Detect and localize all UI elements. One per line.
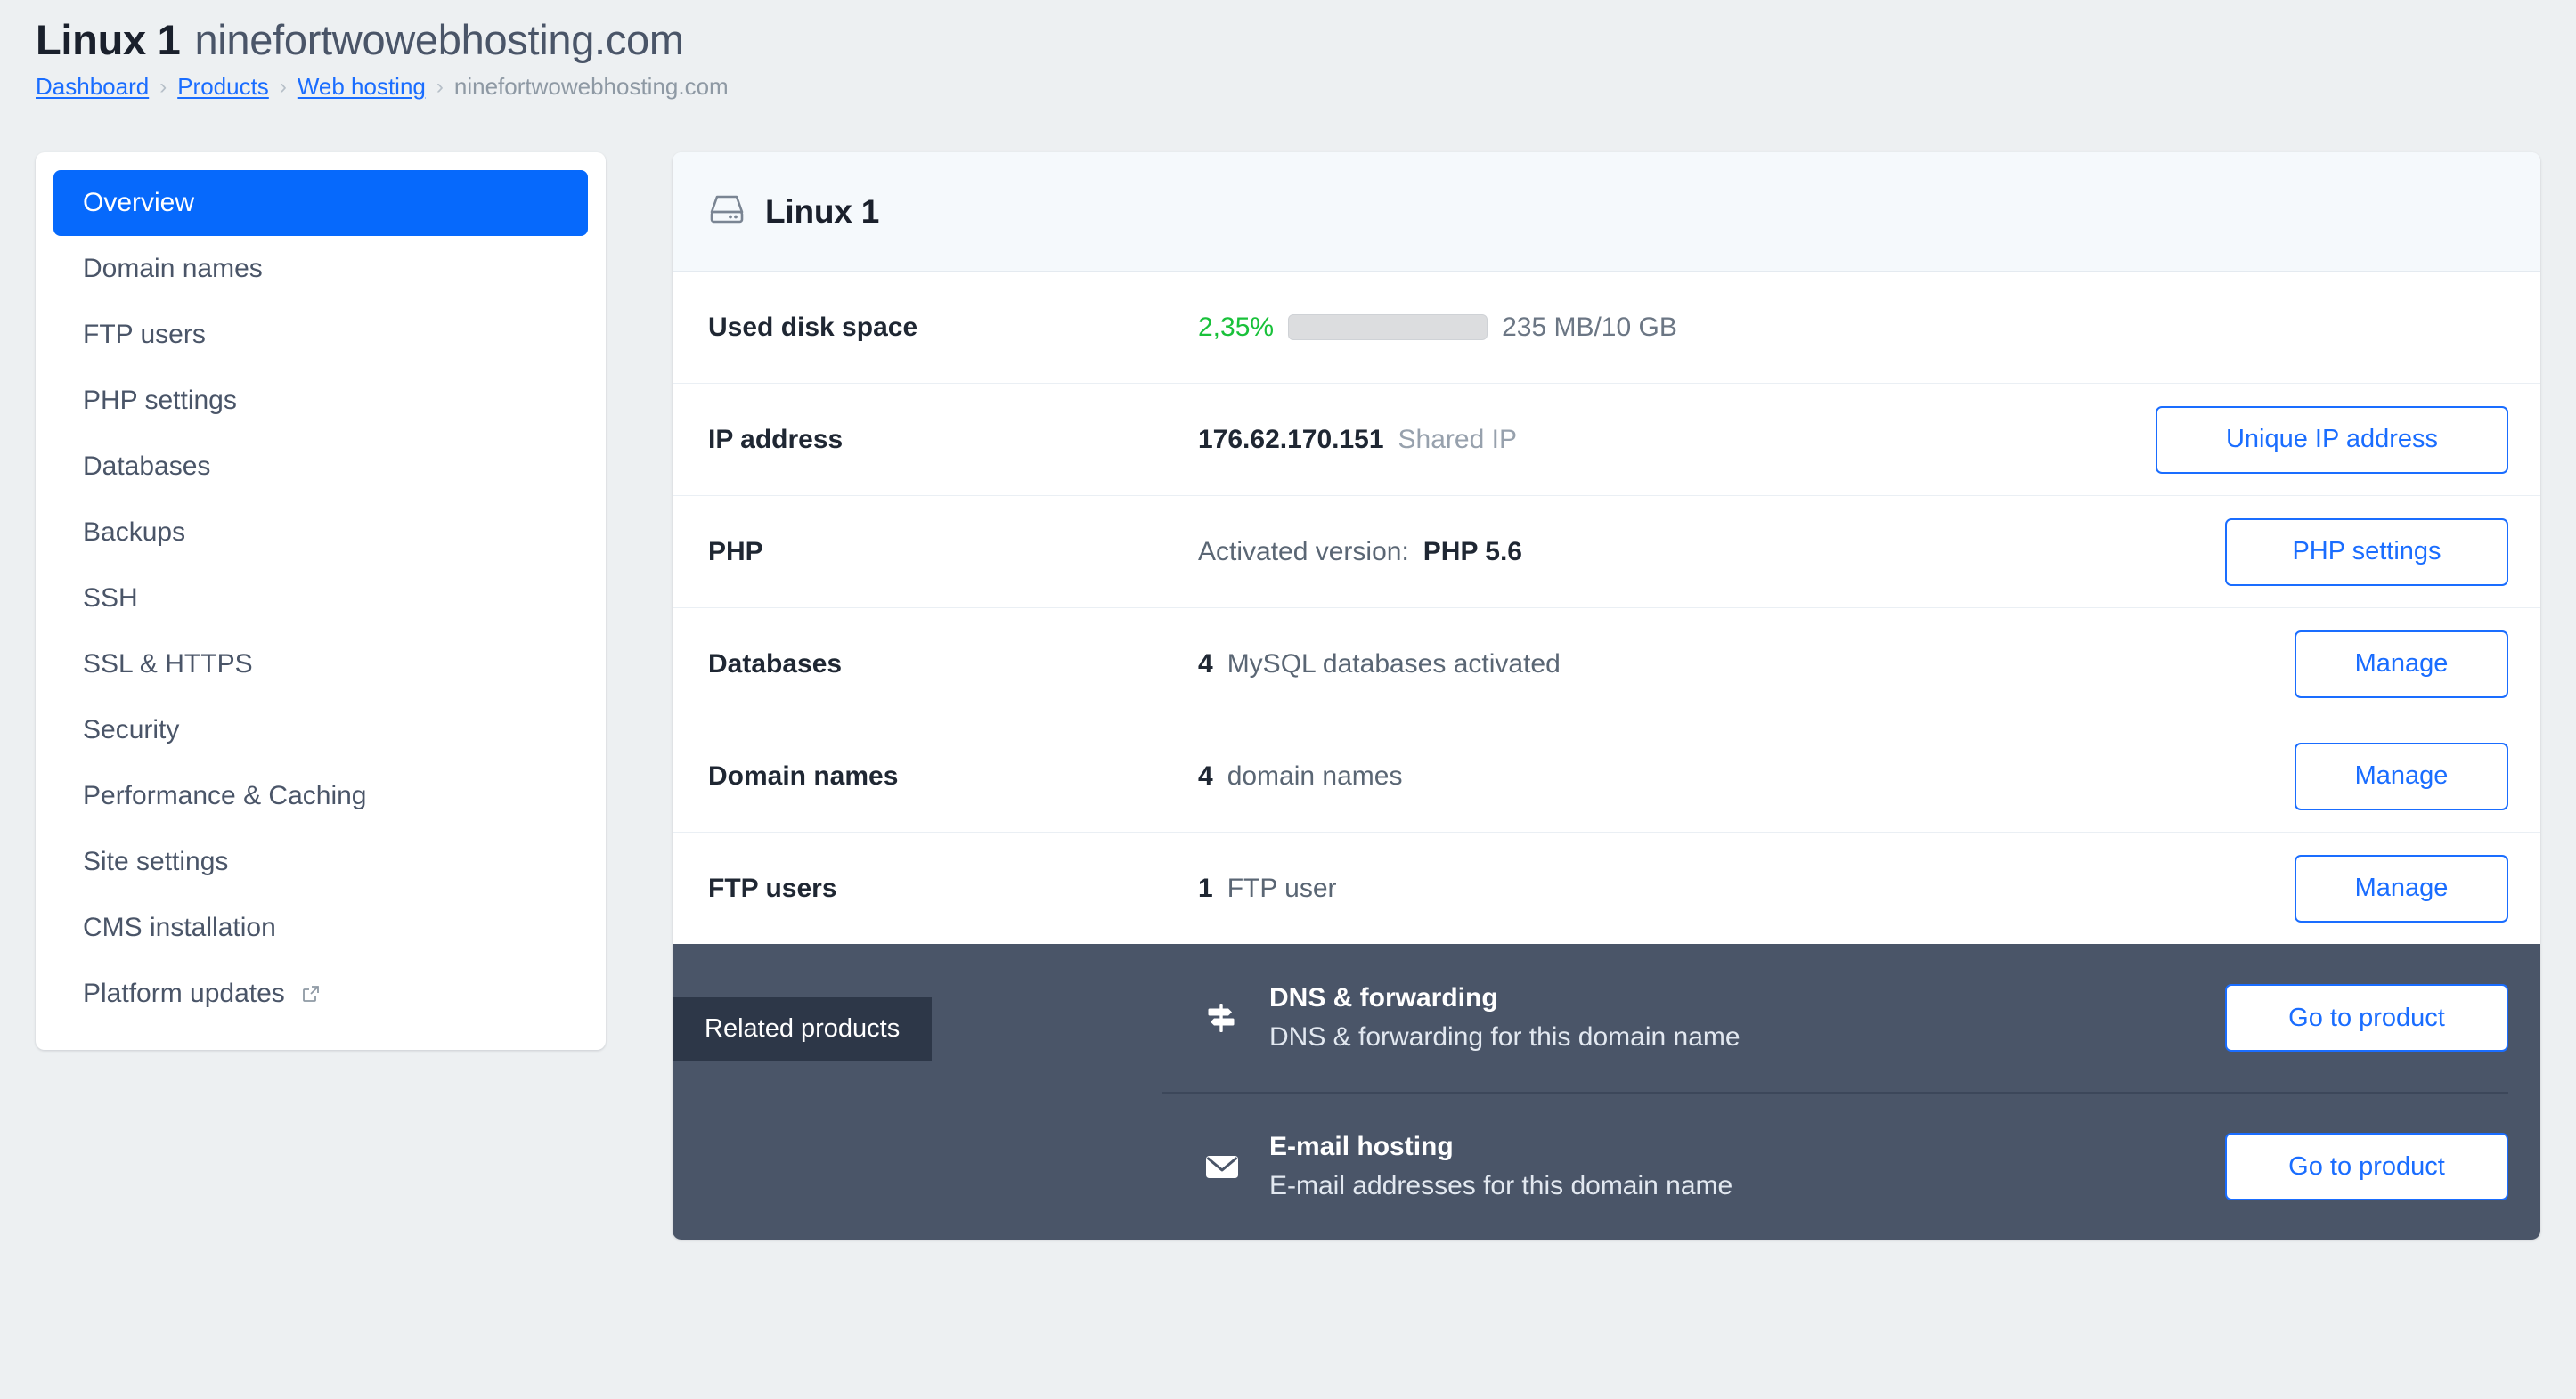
- databases-value-text: MySQL databases activated: [1227, 648, 1561, 679]
- databases-count: 4: [1198, 648, 1213, 679]
- row-label: Databases: [708, 648, 843, 679]
- sidebar-item-site-settings[interactable]: Site settings: [53, 829, 588, 895]
- breadcrumb-item-current: ninefortwowebhosting.com: [453, 73, 729, 101]
- hard-drive-icon: [708, 192, 746, 231]
- sidebar-item-platform-updates[interactable]: Platform updates: [53, 961, 588, 1027]
- row-label: FTP users: [708, 873, 837, 903]
- sidebar-item-ssl-https[interactable]: SSL & HTTPS: [53, 631, 588, 697]
- breadcrumb-separator: ›: [159, 74, 167, 99]
- row-ip-address: IP address 176.62.170.151 Shared IP Uniq…: [673, 384, 2540, 497]
- breadcrumb-separator: ›: [436, 74, 444, 99]
- disk-usage-progressbar: [1288, 314, 1488, 341]
- breadcrumb: Dashboard › Products › Web hosting › nin…: [36, 73, 2576, 101]
- disk-percent-text: 2,35%: [1198, 312, 1275, 342]
- sidebar-item-php-settings[interactable]: PHP settings: [53, 368, 588, 434]
- php-version-value: PHP 5.6: [1423, 536, 1522, 566]
- sidebar-item-domain-names[interactable]: Domain names: [53, 236, 588, 302]
- sidebar: Overview Domain names FTP users PHP sett…: [36, 152, 606, 1051]
- sidebar-item-overview[interactable]: Overview: [53, 170, 588, 237]
- go-to-product-email-button[interactable]: Go to product: [2225, 1133, 2508, 1201]
- row-databases: Databases 4 MySQL databases activated Ma…: [673, 608, 2540, 721]
- page-title: Linux 1 ninefortwowebhosting.com: [36, 16, 2576, 64]
- sidebar-item-label: SSH: [83, 583, 138, 614]
- sidebar-item-label: Security: [83, 715, 180, 745]
- row-label: Domain names: [708, 761, 899, 791]
- go-to-product-dns-button[interactable]: Go to product: [2225, 984, 2508, 1053]
- page-layout: Overview Domain names FTP users PHP sett…: [0, 101, 2576, 1240]
- row-ftp-users: FTP users 1 FTP user Manage: [673, 833, 2540, 946]
- row-used-disk-space: Used disk space 2,35% 235 MB/10 GB: [673, 272, 2540, 385]
- sidebar-item-label: PHP settings: [83, 386, 237, 416]
- sidebar-item-label: Overview: [83, 188, 195, 218]
- related-products-left: Related products: [673, 944, 1162, 1240]
- signpost-icon: [1203, 1000, 1269, 1036]
- card-header: Linux 1: [673, 152, 2540, 272]
- ip-address-value: 176.62.170.151: [1198, 424, 1384, 454]
- related-products-badge: Related products: [673, 997, 933, 1061]
- page-title-main: Linux 1: [36, 16, 181, 63]
- related-products-panel: Related products DNS & forwarding DNS & …: [673, 944, 2540, 1240]
- related-product-title: E-mail hosting: [1269, 1132, 1454, 1162]
- sidebar-item-databases[interactable]: Databases: [53, 434, 588, 500]
- sidebar-item-label: SSL & HTTPS: [83, 649, 253, 679]
- page-header: Linux 1 ninefortwowebhosting.com Dashboa…: [0, 0, 2576, 101]
- card-title: Linux 1: [765, 192, 880, 230]
- manage-databases-button[interactable]: Manage: [2295, 630, 2508, 698]
- ftp-users-value-text: FTP user: [1227, 873, 1337, 903]
- sidebar-item-security[interactable]: Security: [53, 697, 588, 763]
- external-link-icon: [301, 984, 321, 1004]
- manage-domain-names-button[interactable]: Manage: [2295, 742, 2508, 810]
- related-product-subtitle: E-mail addresses for this domain name: [1269, 1171, 1733, 1201]
- php-version-prefix: Activated version:: [1198, 536, 1409, 566]
- sidebar-item-backups[interactable]: Backups: [53, 500, 588, 565]
- sidebar-item-label: Domain names: [83, 254, 263, 284]
- related-products-list: DNS & forwarding DNS & forwarding for th…: [1162, 944, 2540, 1240]
- disk-usage-text: 235 MB/10 GB: [1502, 312, 1677, 342]
- row-label: IP address: [708, 424, 844, 454]
- domain-names-value-text: domain names: [1227, 761, 1403, 791]
- page-title-domain: ninefortwowebhosting.com: [194, 16, 684, 63]
- breadcrumb-item-products[interactable]: Products: [177, 73, 269, 101]
- row-label: PHP: [708, 536, 763, 566]
- breadcrumb-item-dashboard[interactable]: Dashboard: [36, 73, 149, 101]
- sidebar-item-label: Platform updates: [83, 979, 285, 1009]
- related-product-title: DNS & forwarding: [1269, 983, 1498, 1013]
- sidebar-item-label: Site settings: [83, 847, 229, 877]
- sidebar-item-label: Performance & Caching: [83, 781, 367, 811]
- related-product-email-hosting: E-mail hosting E-mail addresses for this…: [1162, 1092, 2508, 1240]
- ip-address-note: Shared IP: [1398, 424, 1517, 454]
- breadcrumb-separator: ›: [279, 74, 287, 99]
- sidebar-item-performance-caching[interactable]: Performance & Caching: [53, 763, 588, 829]
- ftp-users-count: 1: [1198, 873, 1213, 903]
- sidebar-item-label: Backups: [83, 517, 186, 548]
- main-content: Linux 1 Used disk space 2,35% 235 MB/10 …: [673, 152, 2540, 1240]
- manage-ftp-users-button[interactable]: Manage: [2295, 854, 2508, 923]
- sidebar-item-cms-installation[interactable]: CMS installation: [53, 895, 588, 961]
- row-php: PHP Activated version: PHP 5.6 PHP setti…: [673, 496, 2540, 609]
- sidebar-item-label: CMS installation: [83, 913, 276, 943]
- related-product-subtitle: DNS & forwarding for this domain name: [1269, 1022, 1740, 1053]
- sidebar-item-label: FTP users: [83, 320, 206, 350]
- row-label: Used disk space: [708, 312, 918, 342]
- domain-names-count: 4: [1198, 761, 1213, 791]
- breadcrumb-item-web-hosting[interactable]: Web hosting: [298, 73, 426, 101]
- sidebar-item-label: Databases: [83, 451, 211, 482]
- envelope-icon: [1203, 1149, 1269, 1184]
- unique-ip-address-button[interactable]: Unique IP address: [2156, 405, 2508, 474]
- sidebar-item-ssh[interactable]: SSH: [53, 565, 588, 631]
- php-settings-button[interactable]: PHP settings: [2225, 517, 2508, 586]
- related-product-dns-forwarding: DNS & forwarding DNS & forwarding for th…: [1162, 944, 2508, 1092]
- sidebar-item-ftp-users[interactable]: FTP users: [53, 302, 588, 368]
- overview-card: Linux 1 Used disk space 2,35% 235 MB/10 …: [673, 152, 2540, 1240]
- row-domain-names: Domain names 4 domain names Manage: [673, 720, 2540, 834]
